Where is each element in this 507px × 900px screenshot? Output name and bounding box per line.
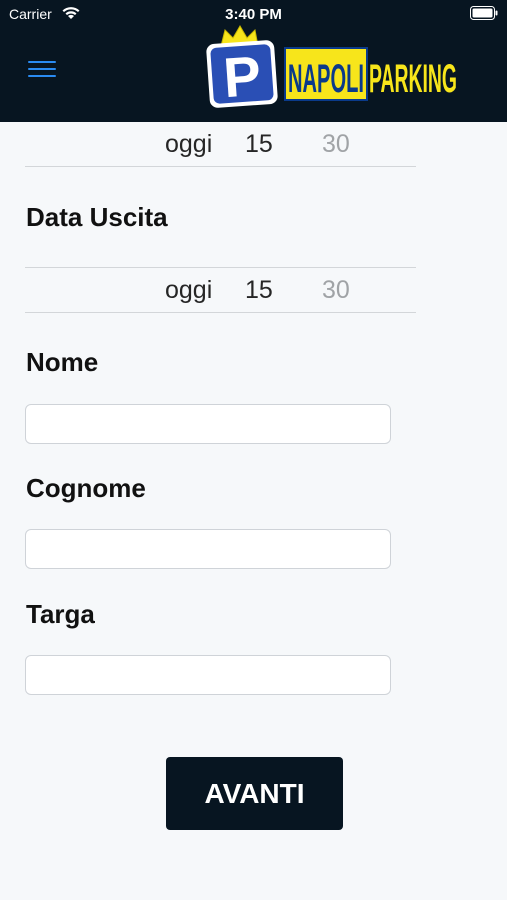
exit-date-label: Data Uscita <box>26 202 168 232</box>
nome-label: Nome <box>26 347 99 377</box>
entry-date-picker[interactable]: oggi 15 30 <box>25 122 416 167</box>
exit-hour-value[interactable]: 15 <box>245 276 273 305</box>
exit-day-value[interactable]: oggi <box>165 276 212 305</box>
exit-minute-value[interactable]: 30 <box>322 276 350 305</box>
entry-minute-value[interactable]: 30 <box>322 130 350 159</box>
logo-text-left: NAPOLI <box>288 57 364 101</box>
nome-input[interactable] <box>25 404 391 444</box>
exit-date-picker[interactable]: oggi 15 30 <box>25 267 416 313</box>
targa-label: Targa <box>26 599 95 629</box>
battery-icon <box>470 6 498 20</box>
logo-text-right: PARKING <box>369 57 457 101</box>
status-time: 3:40 PM <box>225 6 282 23</box>
napoli-parking-logo: P NAPOLI PARKING <box>206 25 457 109</box>
avanti-button[interactable]: AVANTI <box>166 757 343 830</box>
hamburger-menu-icon[interactable] <box>28 61 56 81</box>
cognome-input[interactable] <box>25 529 391 569</box>
cognome-label: Cognome <box>26 473 146 503</box>
entry-day-value[interactable]: oggi <box>165 130 212 159</box>
entry-hour-value[interactable]: 15 <box>245 130 273 159</box>
logo-badge-letter: P <box>221 44 263 109</box>
app-header: Carrier 3:40 PM P NAPOLI PARKING <box>0 0 507 122</box>
targa-input[interactable] <box>25 655 391 695</box>
